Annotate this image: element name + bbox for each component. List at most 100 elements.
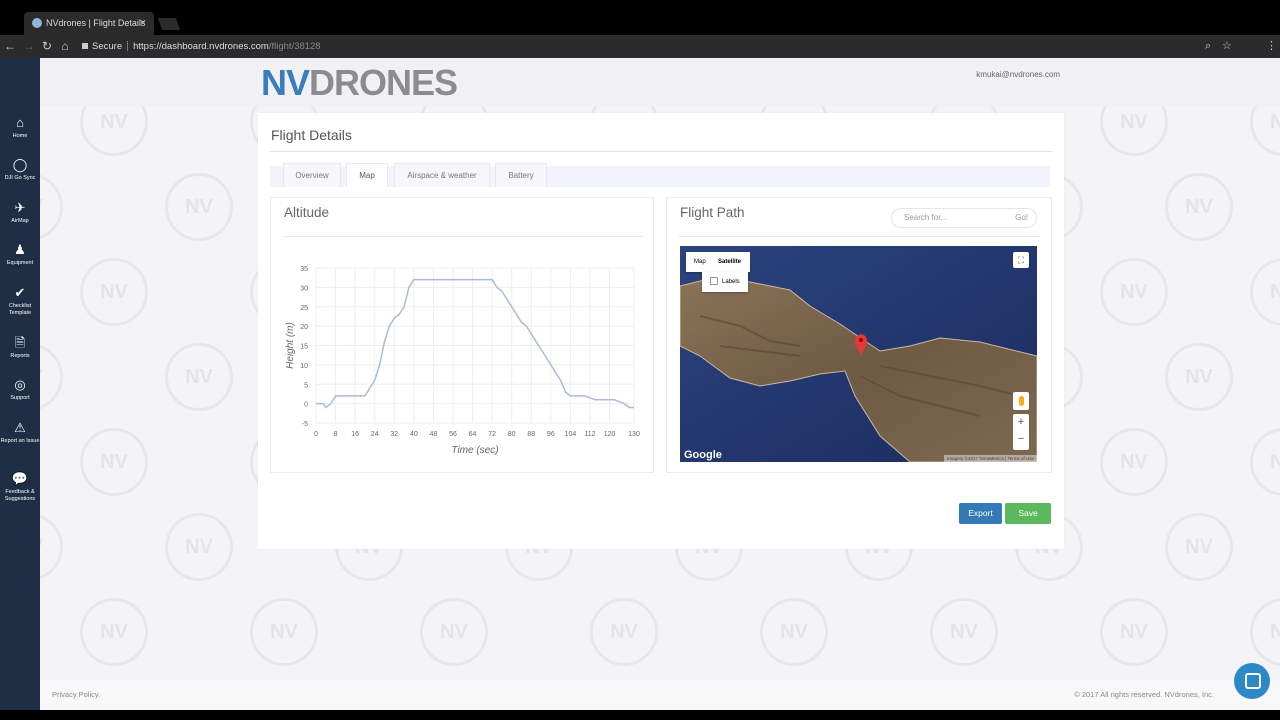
sidebar-item-support[interactable]: ◎ Support	[0, 378, 40, 402]
zoom-icon[interactable]: ⌕	[1205, 38, 1211, 55]
watermark-logo: NV	[1100, 428, 1168, 496]
x-tick-label: 64	[469, 431, 477, 438]
reload-icon[interactable]: ↻	[40, 38, 54, 54]
tab-overview[interactable]: Overview	[283, 163, 341, 187]
x-tick-label: 0	[314, 431, 318, 438]
satellite-map[interactable]: Map Satellite Labels ⛶ + − Google Imager…	[680, 246, 1037, 462]
chat-launcher-icon[interactable]	[1234, 663, 1270, 699]
labels-checkbox[interactable]	[710, 277, 718, 286]
warning-icon: ⚠	[14, 420, 26, 435]
y-tick-label: -5	[302, 421, 308, 428]
url-base: https://dashboard.nvdrones.com	[133, 41, 269, 52]
secure-label: Secure	[92, 41, 123, 52]
sidebar-item-home[interactable]: ⌂ Home	[0, 116, 40, 140]
watermark-logo: NV	[40, 173, 63, 241]
altitude-series-line	[316, 278, 634, 409]
back-icon[interactable]: ←	[3, 38, 17, 54]
sidebar-item-feedback[interactable]: 💬 Feedback & Suggestions	[0, 472, 40, 503]
watermark-logo: NV	[1165, 173, 1233, 241]
home-browser-icon[interactable]: ⌂	[58, 38, 72, 54]
footer: Privacy Policy. © 2017 All rights reserv…	[40, 680, 1280, 710]
zoom-control: + −	[1013, 414, 1029, 450]
sidebar-item-airmap[interactable]: ✈ AirMap	[0, 201, 40, 225]
watermark-logo: NV	[80, 258, 148, 326]
sidebar-item-label: Equipment	[6, 260, 34, 266]
panel-divider	[679, 236, 1039, 237]
nvdrones-logo[interactable]: NVDRONES	[261, 64, 458, 102]
x-tick-label: 32	[390, 431, 398, 438]
y-tick-label: 35	[300, 266, 308, 273]
sidebar-item-label: Report an Issue	[0, 438, 40, 444]
watermark-logo: NV	[40, 343, 63, 411]
favicon-icon	[32, 18, 42, 28]
save-button[interactable]: Save	[1005, 503, 1051, 524]
x-tick-label: 8	[334, 431, 338, 438]
x-tick-label: 24	[371, 431, 379, 438]
sidebar-item-dji-go-sync[interactable]: ◯ DJI Go Sync	[0, 158, 40, 182]
sidebar-item-label: Reports	[10, 353, 30, 359]
tab-battery[interactable]: Battery	[495, 163, 547, 187]
check-icon: ✔	[14, 285, 26, 300]
search-input[interactable]: Search for...	[904, 209, 947, 227]
menu-icon[interactable]: ⋮	[1266, 38, 1277, 55]
map-attribution[interactable]: Imagery ©2017 TerraMetrics | Terms of Us…	[944, 455, 1037, 462]
y-tick-label: 0	[304, 402, 308, 409]
sync-icon: ◯	[12, 157, 28, 172]
x-tick-label: 104	[565, 431, 577, 438]
map-search[interactable]: Search for... Go!	[891, 208, 1037, 228]
new-tab-button[interactable]	[157, 18, 181, 30]
sidebar-item-label: Support	[10, 395, 30, 401]
watermark-logo: NV	[1250, 428, 1280, 496]
x-tick-label: 112	[584, 431, 595, 438]
tab-map[interactable]: Map	[346, 163, 388, 187]
zoom-out-button[interactable]: −	[1013, 431, 1029, 448]
bookmark-star-icon[interactable]: ☆	[1222, 38, 1232, 55]
chat-icon: 💬	[11, 471, 29, 486]
browser-tab[interactable]: NVdrones | Flight Details ×	[24, 12, 154, 35]
watermark-logo: NV	[1250, 598, 1280, 666]
fullscreen-icon[interactable]: ⛶	[1013, 252, 1029, 268]
person-icon: ♟	[14, 242, 26, 257]
lock-icon	[82, 43, 88, 50]
x-tick-label: 120	[604, 431, 616, 438]
street-view-pegman-icon[interactable]	[1013, 392, 1029, 410]
privacy-policy-link[interactable]: Privacy Policy.	[52, 690, 100, 699]
labels-label: Labels	[722, 279, 740, 285]
labels-toggle[interactable]: Labels	[702, 272, 748, 292]
google-logo: Google	[684, 449, 722, 461]
y-tick-label: 25	[300, 305, 308, 312]
tab-close-icon[interactable]: ×	[140, 12, 146, 35]
watermark-logo: NV	[165, 513, 233, 581]
sidebar-item-report-issue[interactable]: ⚠ Report an Issue	[0, 421, 40, 445]
sidebar-item-label: Home	[12, 133, 28, 139]
watermark-logo: NV	[1165, 513, 1233, 581]
map-type-satellite-button[interactable]: Satellite	[718, 252, 741, 272]
flight-path-panel: Flight Path Search for... Go! Map Satell…	[666, 197, 1052, 473]
sidebar-item-equipment[interactable]: ♟ Equipment	[0, 243, 40, 267]
tab-airspace-weather[interactable]: Airspace & weather	[394, 163, 490, 187]
watermark-logo: NV	[590, 598, 658, 666]
address-bar[interactable]: Secure https://dashboard.nvdrones.com/fli…	[80, 38, 1240, 55]
y-tick-label: 5	[304, 382, 308, 389]
forward-icon[interactable]: →	[22, 38, 36, 54]
y-tick-label: 30	[300, 285, 308, 292]
home-icon: ⌂	[16, 115, 24, 130]
flight-path-title: Flight Path	[680, 205, 745, 220]
watermark-logo: NV	[165, 343, 233, 411]
map-type-map-button[interactable]: Map	[694, 252, 706, 272]
zoom-in-button[interactable]: +	[1013, 414, 1029, 431]
x-tick-label: 88	[527, 431, 535, 438]
browser-toolbar: ← → ↻ ⌂ Secure https://dashboard.nvdrones…	[0, 35, 1280, 58]
x-tick-label: 96	[547, 431, 555, 438]
title-divider	[270, 151, 1052, 152]
watermark-logo: NV	[1100, 598, 1168, 666]
watermark-logo: NV	[930, 598, 998, 666]
sidebar-item-reports[interactable]: 🗎 Reports	[0, 336, 40, 360]
sidebar-item-checklist-template[interactable]: ✔ Checklist Template	[0, 286, 40, 317]
watermark-logo: NV	[1165, 343, 1233, 411]
user-email[interactable]: kmukai@nvdrones.com	[976, 70, 1060, 79]
window-bottom-edge	[0, 710, 1280, 720]
export-button[interactable]: Export	[959, 503, 1002, 524]
page-content: NVNVNVNVNVNVNVNVNVNVNVNVNVNVNVNVNVNVNVNV…	[40, 58, 1280, 710]
search-go-button[interactable]: Go!	[1015, 209, 1028, 227]
